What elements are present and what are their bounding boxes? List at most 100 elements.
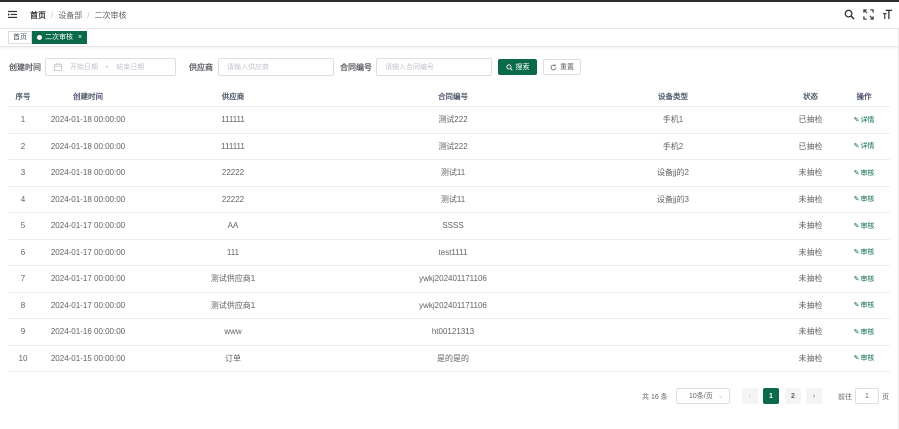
edit-icon: ✎ [853, 143, 860, 151]
chevron-right-icon: › [812, 392, 816, 400]
cell-created-time: 2024-01-18 00:00:00 [50, 194, 126, 204]
cell-index: 9 [20, 327, 26, 337]
total-count: 共 16 条 [642, 394, 668, 401]
tag-second-review[interactable]: 二次审核 × [32, 31, 88, 44]
cell-actions: ✎详情 [843, 134, 885, 160]
review-link[interactable]: ✎审核 [854, 221, 875, 231]
cell-supplier: AA [227, 221, 239, 231]
cell-actions: ✎详情 [843, 107, 885, 133]
cell-device-type [578, 319, 768, 345]
cell-index: 10 [18, 353, 28, 363]
goto-page-input[interactable]: 1 [855, 388, 879, 404]
table-row: 5 2024-01-17 00:00:00 AA SSSS 未抽检 ✎审核 [8, 213, 890, 240]
cell-status: 未抽检 [798, 168, 823, 178]
table-row: 7 2024-01-17 00:00:00 测试供应商1 ywkj2024011711… [8, 266, 890, 293]
cell-device-type [578, 293, 768, 319]
tag-home[interactable]: 首页 [8, 31, 32, 44]
column-header-supplier: 供应商 [221, 92, 245, 101]
reset-button-label: 重置 [560, 64, 574, 71]
breadcrumb-home[interactable]: 首页 [30, 10, 46, 21]
supplier-input[interactable]: 请输入供应商 [218, 58, 334, 76]
column-header-index: 序号 [15, 92, 31, 101]
page-unit-label: 页 [882, 394, 889, 401]
top-navbar: 首页 / 设备部 / 二次审核 [0, 0, 899, 29]
table-row: 1 2024-01-18 00:00:00 111111 测试222 手机1 已抽检 ✎详情 [8, 107, 890, 134]
next-page-button[interactable]: › [806, 388, 822, 404]
date-range-picker[interactable]: 开始日期 - 结束日期 [45, 58, 176, 76]
edit-icon: ✎ [853, 116, 860, 124]
cell-supplier: 测试供应商1 [210, 300, 256, 310]
cell-contract-number: 测试222 [438, 141, 468, 151]
start-date-placeholder[interactable]: 开始日期 [70, 62, 98, 72]
font-size-icon[interactable] [882, 9, 893, 20]
cell-index: 2 [20, 141, 26, 151]
cell-index: 8 [20, 300, 26, 310]
search-icon [505, 63, 513, 71]
review-link[interactable]: ✎审核 [854, 274, 875, 284]
cell-status: 未抽检 [798, 353, 823, 363]
edit-icon: ✎ [853, 169, 860, 177]
chevron-left-icon: ‹ [748, 392, 752, 400]
page-size-select[interactable]: 10条/页 ⌄ [676, 388, 730, 404]
cell-supplier: 111 [226, 247, 240, 257]
column-header-created-time: 创建时间 [73, 92, 103, 101]
review-link[interactable]: ✎审核 [854, 168, 875, 178]
cell-actions: ✎审核 [843, 213, 885, 239]
breadcrumb-current: 二次审核 [94, 11, 127, 20]
supplier-label: 供应商 [189, 63, 213, 72]
review-link[interactable]: ✎审核 [854, 353, 875, 363]
fullscreen-icon[interactable] [863, 9, 874, 20]
edit-icon: ✎ [853, 302, 860, 310]
reset-button[interactable]: 重置 [543, 59, 581, 75]
tag-second-review-label: 二次审核 [45, 34, 73, 41]
cell-supplier: www [224, 327, 242, 337]
end-date-placeholder[interactable]: 结束日期 [116, 62, 144, 72]
cell-contract-number: test1111 [438, 247, 468, 257]
top-right-tools [844, 9, 893, 20]
cell-supplier: 111111 [221, 115, 245, 125]
page-button-2[interactable]: 2 [785, 388, 801, 404]
prev-page-button[interactable]: ‹ [742, 388, 758, 404]
hamburger-icon[interactable] [8, 10, 17, 19]
cell-supplier: 111111 [221, 141, 245, 151]
breadcrumb-separator: / [51, 11, 54, 20]
contract-number-label: 合同编号 [340, 63, 372, 72]
cell-actions: ✎审核 [843, 293, 885, 319]
page-button-1[interactable]: 1 [763, 388, 779, 404]
cell-created-time: 2024-01-17 00:00:00 [50, 221, 126, 231]
search-button[interactable]: 搜索 [498, 59, 537, 75]
refresh-icon [550, 63, 557, 70]
cell-supplier: 订单 [225, 353, 241, 363]
cell-supplier: 22222 [221, 168, 245, 178]
review-link[interactable]: ✎审核 [854, 327, 875, 337]
cell-contract-number: ywkj202401171106 [419, 300, 487, 310]
breadcrumb-department: 设备部 [58, 11, 83, 20]
contract-number-input[interactable]: 请输入合同编号 [376, 58, 492, 76]
cell-contract-number: 是的是的 [437, 353, 469, 363]
cell-status: 已抽检 [798, 141, 823, 151]
edit-icon: ✎ [853, 196, 860, 204]
page-size-value: 10条/页 [689, 393, 713, 400]
action-label: 审核 [860, 328, 875, 336]
review-link[interactable]: ✎审核 [854, 247, 875, 257]
action-label: 详情 [860, 116, 875, 124]
close-icon[interactable]: × [78, 32, 82, 43]
search-icon[interactable] [844, 9, 855, 20]
cell-created-time: 2024-01-16 00:00:00 [50, 327, 126, 337]
cell-contract-number: ywkj202401171106 [419, 274, 487, 284]
tags-view-bar: 首页 二次审核 × [0, 29, 899, 47]
edit-icon: ✎ [853, 328, 860, 336]
created-time-label: 创建时间 [9, 63, 41, 72]
pagination: 共 16 条 10条/页 ⌄ ‹ 1 2 › 前往 1 页 [0, 388, 899, 404]
action-label: 详情 [860, 143, 875, 151]
cell-created-time: 2024-01-17 00:00:00 [50, 274, 126, 284]
cell-status: 未抽检 [798, 221, 823, 231]
cell-device-type: 设备jj的2 [656, 168, 689, 178]
review-link[interactable]: ✎审核 [854, 300, 875, 310]
detail-link[interactable]: ✎详情 [854, 141, 875, 151]
calendar-icon [54, 63, 62, 71]
table-row: 3 2024-01-18 00:00:00 22222 测试11 设备jj的2 未抽检 ✎审… [8, 160, 890, 187]
edit-icon: ✎ [853, 275, 860, 283]
review-link[interactable]: ✎审核 [854, 194, 875, 204]
detail-link[interactable]: ✎详情 [854, 115, 875, 125]
